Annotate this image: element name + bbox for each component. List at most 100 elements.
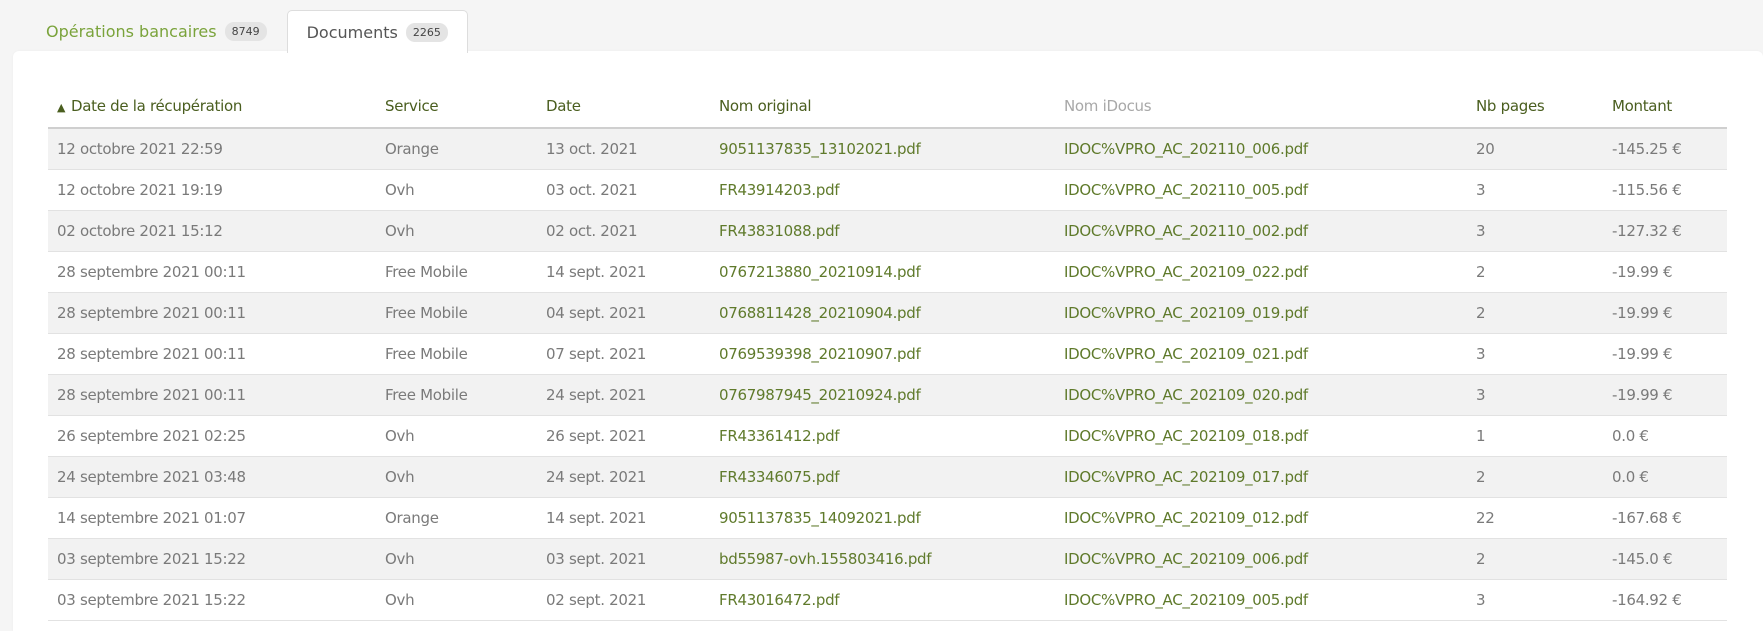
column-header-service[interactable]: Service: [376, 85, 537, 129]
table-row[interactable]: 03 septembre 2021 15:22 Ovh 02 sept. 2021 F…: [48, 579, 1727, 621]
tab-bank-operations[interactable]: Opérations bancaires 8749: [26, 10, 287, 52]
retrieval-date-cell: 12 octobre 2021 19:19: [48, 169, 376, 211]
idocus-name-link[interactable]: IDOC%VPRO_AC_202109_021.pdf: [1055, 333, 1467, 375]
count-badge: 8749: [224, 22, 267, 41]
amount-cell: 0.0 €: [1603, 415, 1727, 457]
amount-cell: -19.99 €: [1603, 292, 1727, 334]
retrieval-date-cell: 28 septembre 2021 00:11: [48, 251, 376, 293]
table-body: 12 octobre 2021 22:59 Orange 13 oct. 2021 9…: [48, 128, 1727, 621]
date-cell: 02 oct. 2021: [537, 210, 710, 252]
pages-cell: 2: [1467, 251, 1603, 293]
retrieval-date-cell: 14 septembre 2021 01:07: [48, 497, 376, 539]
amount-cell: -19.99 €: [1603, 374, 1727, 416]
original-name-link[interactable]: 0769539398_20210907.pdf: [710, 333, 1055, 375]
idocus-name-link[interactable]: IDOC%VPRO_AC_202109_018.pdf: [1055, 415, 1467, 457]
service-cell: Ovh: [376, 415, 537, 457]
table-row[interactable]: 28 septembre 2021 00:11 Free Mobile 14 sep…: [48, 251, 1727, 293]
date-cell: 03 oct. 2021: [537, 169, 710, 211]
original-name-link[interactable]: 0767987945_20210924.pdf: [710, 374, 1055, 416]
retrieval-date-cell: 28 septembre 2021 00:11: [48, 374, 376, 416]
pages-cell: 3: [1467, 210, 1603, 252]
original-name-link[interactable]: 9051137835_13102021.pdf: [710, 128, 1055, 170]
table-header-row: ▲ Date de la récupération Service Date No…: [48, 85, 1727, 129]
count-badge: 2265: [405, 22, 448, 42]
pages-cell: 3: [1467, 333, 1603, 375]
retrieval-date-cell: 24 septembre 2021 03:48: [48, 456, 376, 498]
original-name-link[interactable]: FR43016472.pdf: [710, 579, 1055, 621]
service-cell: Orange: [376, 497, 537, 539]
idocus-name-link[interactable]: IDOC%VPRO_AC_202109_020.pdf: [1055, 374, 1467, 416]
original-name-link[interactable]: 0767213880_20210914.pdf: [710, 251, 1055, 293]
retrieval-date-cell: 26 septembre 2021 02:25: [48, 415, 376, 457]
retrieval-date-cell: 03 septembre 2021 15:22: [48, 579, 376, 621]
amount-cell: -164.92 €: [1603, 579, 1727, 621]
column-header-original-name[interactable]: Nom original: [710, 85, 1055, 129]
tab-documents[interactable]: Documents 2265: [286, 10, 468, 53]
date-cell: 02 sept. 2021: [537, 579, 710, 621]
idocus-name-link[interactable]: IDOC%VPRO_AC_202110_005.pdf: [1055, 169, 1467, 211]
service-cell: Ovh: [376, 538, 537, 580]
table-row[interactable]: 02 octobre 2021 15:12 Ovh 02 oct. 2021 FR43…: [48, 210, 1727, 252]
table-row[interactable]: 12 octobre 2021 19:19 Ovh 03 oct. 2021 FR43…: [48, 169, 1727, 211]
table-row[interactable]: 12 octobre 2021 22:59 Orange 13 oct. 2021 9…: [48, 128, 1727, 170]
amount-cell: -115.56 €: [1603, 169, 1727, 211]
service-cell: Ovh: [376, 169, 537, 211]
table-row[interactable]: 26 septembre 2021 02:25 Ovh 26 sept. 2021 F…: [48, 415, 1727, 457]
tab-label: Documents: [306, 22, 398, 42]
column-header-date[interactable]: Date: [537, 85, 710, 129]
retrieval-date-cell: 28 septembre 2021 00:11: [48, 292, 376, 334]
idocus-name-link[interactable]: IDOC%VPRO_AC_202109_006.pdf: [1055, 538, 1467, 580]
table-row[interactable]: 24 septembre 2021 03:48 Ovh 24 sept. 2021 F…: [48, 456, 1727, 498]
original-name-link[interactable]: 0768811428_20210904.pdf: [710, 292, 1055, 334]
table-row[interactable]: 03 septembre 2021 15:22 Ovh 03 sept. 2021 b…: [48, 538, 1727, 580]
original-name-link[interactable]: FR43831088.pdf: [710, 210, 1055, 252]
date-cell: 24 sept. 2021: [537, 374, 710, 416]
date-cell: 03 sept. 2021: [537, 538, 710, 580]
sort-ascending-icon: ▲: [57, 101, 66, 114]
original-name-link[interactable]: 9051137835_14092021.pdf: [710, 497, 1055, 539]
idocus-name-link[interactable]: IDOC%VPRO_AC_202109_019.pdf: [1055, 292, 1467, 334]
pages-cell: 3: [1467, 169, 1603, 211]
idocus-name-link[interactable]: IDOC%VPRO_AC_202109_005.pdf: [1055, 579, 1467, 621]
original-name-link[interactable]: FR43914203.pdf: [710, 169, 1055, 211]
table-row[interactable]: 14 septembre 2021 01:07 Orange 14 sept. 20…: [48, 497, 1727, 539]
table-row[interactable]: 28 septembre 2021 00:11 Free Mobile 24 sep…: [48, 374, 1727, 416]
date-cell: 14 sept. 2021: [537, 497, 710, 539]
service-cell: Free Mobile: [376, 292, 537, 334]
service-cell: Ovh: [376, 579, 537, 621]
idocus-name-link[interactable]: IDOC%VPRO_AC_202109_022.pdf: [1055, 251, 1467, 293]
pages-cell: 1: [1467, 415, 1603, 457]
tab-label: Opérations bancaires: [46, 22, 217, 41]
idocus-name-link[interactable]: IDOC%VPRO_AC_202110_002.pdf: [1055, 210, 1467, 252]
pages-cell: 22: [1467, 497, 1603, 539]
date-cell: 24 sept. 2021: [537, 456, 710, 498]
column-header-amount[interactable]: Montant: [1603, 85, 1727, 129]
date-cell: 26 sept. 2021: [537, 415, 710, 457]
idocus-name-link[interactable]: IDOC%VPRO_AC_202110_006.pdf: [1055, 128, 1467, 170]
amount-cell: -145.0 €: [1603, 538, 1727, 580]
amount-cell: 0.0 €: [1603, 456, 1727, 498]
column-header-label: Date de la récupération: [71, 97, 243, 115]
original-name-link[interactable]: FR43361412.pdf: [710, 415, 1055, 457]
idocus-name-link[interactable]: IDOC%VPRO_AC_202109_012.pdf: [1055, 497, 1467, 539]
table-row[interactable]: 28 septembre 2021 00:11 Free Mobile 07 sep…: [48, 333, 1727, 375]
pages-cell: 2: [1467, 456, 1603, 498]
column-header-idocus-name: Nom iDocus: [1055, 85, 1467, 129]
amount-cell: -19.99 €: [1603, 251, 1727, 293]
pages-cell: 2: [1467, 538, 1603, 580]
retrieval-date-cell: 12 octobre 2021 22:59: [48, 128, 376, 170]
idocus-name-link[interactable]: IDOC%VPRO_AC_202109_017.pdf: [1055, 456, 1467, 498]
service-cell: Free Mobile: [376, 333, 537, 375]
date-cell: 04 sept. 2021: [537, 292, 710, 334]
table-row[interactable]: 28 septembre 2021 00:11 Free Mobile 04 sep…: [48, 292, 1727, 334]
service-cell: Ovh: [376, 456, 537, 498]
retrieval-date-cell: 02 octobre 2021 15:12: [48, 210, 376, 252]
amount-cell: -127.32 €: [1603, 210, 1727, 252]
service-cell: Orange: [376, 128, 537, 170]
original-name-link[interactable]: FR43346075.pdf: [710, 456, 1055, 498]
original-name-link[interactable]: bd55987-ovh.155803416.pdf: [710, 538, 1055, 580]
service-cell: Free Mobile: [376, 251, 537, 293]
column-header-retrieval-date[interactable]: ▲ Date de la récupération: [48, 85, 376, 129]
column-header-pages[interactable]: Nb pages: [1467, 85, 1603, 129]
documents-panel: ▲ Date de la récupération Service Date No…: [13, 51, 1763, 631]
